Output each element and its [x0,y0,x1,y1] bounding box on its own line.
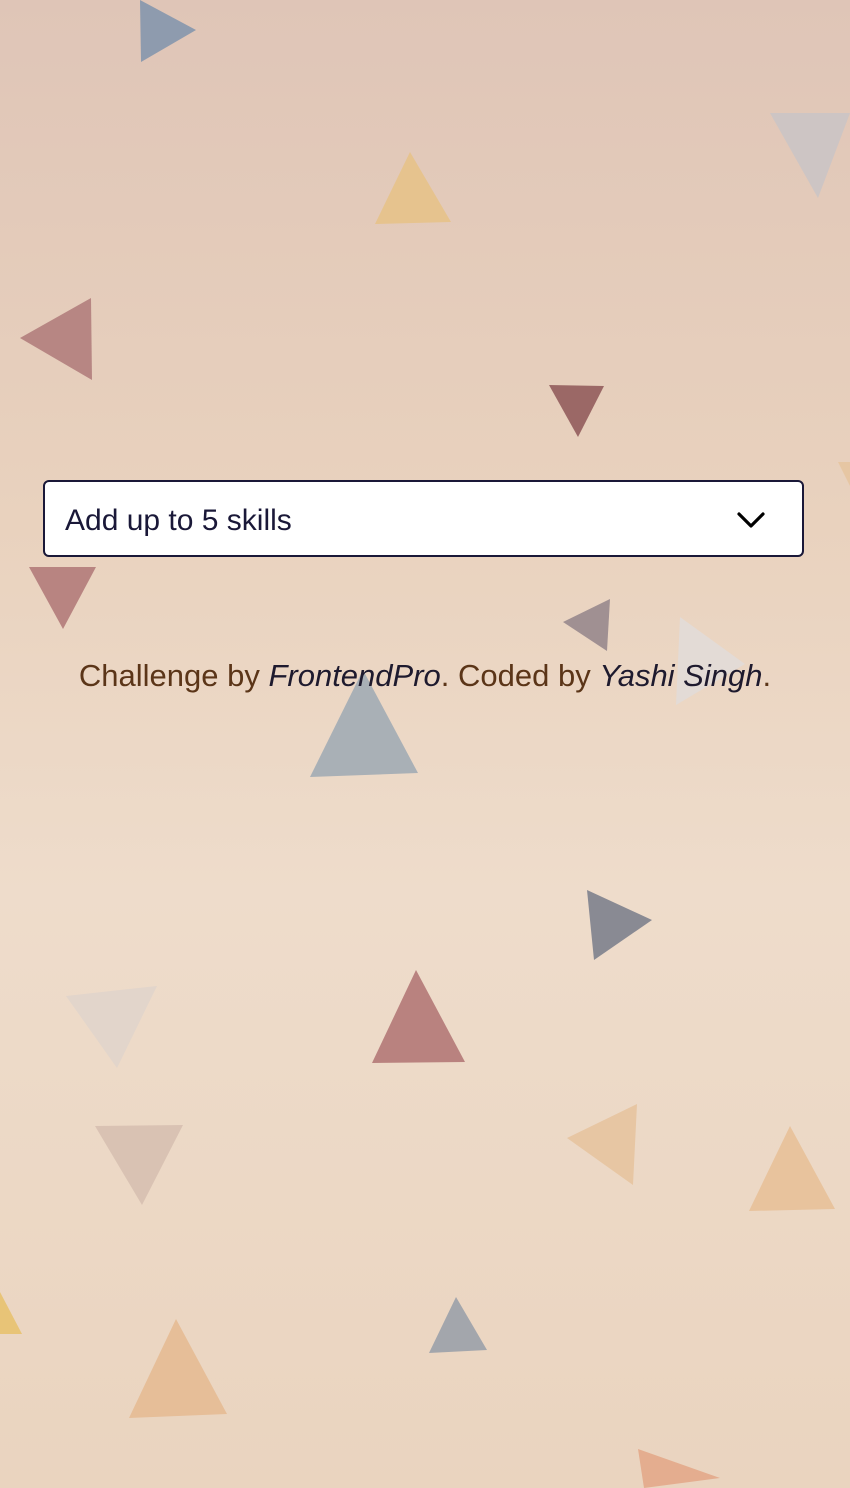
footer-suffix: . [762,658,772,693]
footer-coded-prefix: . Coded by [440,658,600,693]
triangle-decoration [567,1104,637,1185]
chevron-down-icon[interactable] [735,510,767,530]
triangle-decoration [429,1297,487,1353]
triangle-decoration [749,1126,835,1211]
skills-select-placeholder: Add up to 5 skills [65,504,292,537]
triangle-decoration [563,599,610,651]
triangle-decoration [20,298,92,380]
triangle-decoration [549,385,604,437]
challenge-author-link[interactable]: FrontendPro [268,658,440,693]
triangle-decoration [638,1449,720,1488]
triangle-decoration [66,986,157,1068]
triangle-decoration [770,113,850,198]
footer-challenge-prefix: Challenge by [78,658,269,693]
triangle-decoration [129,1319,227,1418]
triangle-decoration [375,152,451,224]
triangle-decoration [95,1125,183,1205]
skills-select[interactable]: Add up to 5 skills [43,480,804,557]
triangle-decoration [587,890,652,960]
confetti-triangles-background [0,0,850,1488]
coder-name-link[interactable]: Yashi Singh [599,658,762,693]
triangle-decoration [372,970,465,1063]
triangle-decoration [838,462,850,486]
triangle-decoration [140,0,196,62]
triangle-decoration [0,1292,22,1334]
attribution-footer: Challenge by FrontendPro. Coded by Yashi… [0,656,850,696]
triangle-decoration [29,567,96,629]
